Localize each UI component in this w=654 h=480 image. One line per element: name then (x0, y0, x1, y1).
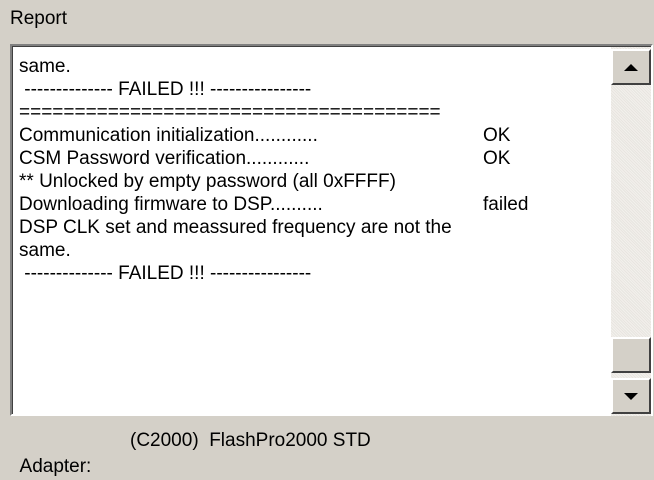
vertical-scrollbar[interactable] (611, 47, 651, 416)
log-line-text: ** Unlocked by empty password (all 0xFFF… (19, 171, 396, 192)
log-line: ====================================== (19, 101, 614, 124)
report-panel-inner: same. -------------- FAILED !!! --------… (12, 46, 651, 416)
log-line-status: failed (483, 194, 529, 215)
report-panel: same. -------------- FAILED !!! --------… (10, 44, 653, 416)
log-line-text: Downloading firmware to DSP.......... (19, 194, 323, 215)
log-line: -------------- FAILED !!! --------------… (19, 78, 614, 101)
report-title: Report (10, 8, 68, 29)
log-line-text: CSM Password verification............ (19, 148, 310, 169)
adapter-label: Adapter: (19, 456, 92, 477)
arrow-up-icon (624, 63, 638, 71)
log-line: DSP CLK set and meassured frequency are … (19, 216, 614, 239)
log-line: Downloading firmware to DSP.......... fai… (19, 193, 614, 216)
log-line-status: OK (483, 148, 511, 169)
scroll-down-button[interactable] (611, 378, 651, 414)
log-line: -------------- FAILED !!! --------------… (19, 262, 614, 285)
arrow-down-icon (624, 392, 638, 400)
log-line: ** Unlocked by empty password (all 0xFFF… (19, 170, 614, 193)
adapter-value: (C2000) FlashPro2000 STD (130, 430, 371, 451)
log-line-text: -------------- FAILED !!! --------------… (19, 263, 312, 284)
log-line-status: OK (483, 125, 511, 146)
log-line: same. (19, 239, 614, 262)
status-bar: Adapter: (C2000) FlashPro2000 STD (10, 428, 371, 480)
log-line-text: -------------- FAILED !!! --------------… (19, 79, 312, 100)
log-line-text: DSP CLK set and meassured frequency are … (19, 217, 452, 238)
report-log[interactable]: same. -------------- FAILED !!! --------… (13, 47, 614, 416)
log-line-text: same. (19, 240, 71, 261)
log-line: CSM Password verification............ OK (19, 147, 614, 170)
log-line: Communication initialization............… (19, 124, 614, 147)
log-line-text: ====================================== (19, 102, 441, 123)
scrollbar-thumb[interactable] (611, 337, 651, 373)
log-line-text: same. (19, 56, 71, 77)
scroll-up-button[interactable] (611, 49, 651, 85)
log-line-text: Communication initialization............ (19, 125, 318, 146)
log-line: same. (19, 55, 614, 78)
